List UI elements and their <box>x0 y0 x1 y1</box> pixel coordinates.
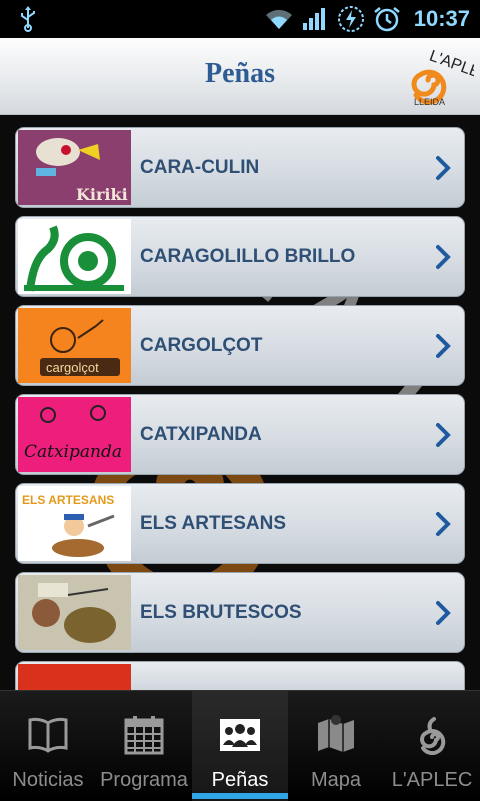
chevron-right-icon <box>436 245 451 269</box>
pena-name: CARGOLÇOT <box>140 335 263 356</box>
pena-name: ELS BRUTESCOS <box>140 602 302 623</box>
chevron-right-icon <box>436 156 451 180</box>
chevron-right-icon <box>436 601 451 625</box>
snail-logo-icon <box>420 717 446 755</box>
pena-thumbnail <box>18 575 131 650</box>
tab-label: Mapa <box>310 769 362 791</box>
svg-text:Kiriki: Kiriki <box>76 185 128 204</box>
pena-thumbnail: Kiriki <box>18 130 131 205</box>
map-icon <box>318 715 354 752</box>
logo-text: L'APLEC <box>427 48 474 86</box>
chevron-right-icon <box>436 334 451 358</box>
pena-thumbnail: cargolçot <box>18 308 131 383</box>
active-tab-indicator <box>192 793 288 799</box>
app-header: Peñas L'APLEC LLEIDA <box>0 38 480 115</box>
tab-noticias[interactable]: Noticias <box>0 691 96 801</box>
clock: 10:37 <box>413 6 470 31</box>
tab-aplec[interactable]: L'APLEC <box>384 691 480 801</box>
svg-text:ELS ARTESANS: ELS ARTESANS <box>22 493 114 507</box>
pena-name: CARA-CULIN <box>140 157 260 178</box>
battery-charging-icon <box>337 6 364 32</box>
list-item-caragolillo-brillo[interactable]: CARAGOLILLO BRILLO <box>15 216 465 297</box>
list-item-els-brutescos[interactable]: ELS BRUTESCOS <box>15 572 465 653</box>
alarm-icon <box>373 7 400 32</box>
chevron-right-icon <box>436 512 451 536</box>
usb-icon <box>21 6 35 32</box>
pena-thumbnail: Catxipanda <box>18 397 131 472</box>
pena-name: CARAGOLILLO BRILLO <box>140 246 356 267</box>
tab-programa[interactable]: Programa <box>96 691 192 801</box>
list-item-partial[interactable] <box>15 661 465 690</box>
pena-thumbnail <box>18 664 131 690</box>
group-icon <box>220 719 260 751</box>
penas-list: Kiriki CARA-CULIN CARAGOLILLO BRILLO car… <box>15 127 465 690</box>
signal-icon <box>302 8 325 30</box>
tab-label: Programa <box>100 769 188 791</box>
list-item-els-artesans[interactable]: ELS ARTESANS ELS ARTESANS <box>15 483 465 564</box>
tab-penas[interactable]: Peñas <box>192 691 288 801</box>
pena-name: CATXIPANDA <box>140 424 262 445</box>
tab-label: Peñas <box>211 769 269 791</box>
chevron-right-icon <box>436 423 451 447</box>
list-item-cara-culin[interactable]: Kiriki CARA-CULIN <box>15 127 465 208</box>
tab-label: Noticias <box>12 769 84 791</box>
calendar-icon <box>124 716 164 755</box>
pena-thumbnail: ELS ARTESANS <box>18 486 131 561</box>
pena-name: ELS ARTESANS <box>140 513 287 534</box>
book-icon <box>28 717 68 753</box>
bottom-nav: Noticias Programa Peñas Mapa L'APLEC <box>0 690 480 801</box>
tab-mapa[interactable]: Mapa <box>288 691 384 801</box>
list-item-catxipanda[interactable]: Catxipanda CATXIPANDA <box>15 394 465 475</box>
status-bar: 10:37 <box>0 0 480 38</box>
penas-list-area[interactable]: L'APLEC LLEIDA Kiriki CARA-CULIN <box>0 115 480 690</box>
svg-text:Catxipanda: Catxipanda <box>24 442 122 462</box>
tab-label: L'APLEC <box>391 769 473 791</box>
wifi-icon <box>265 9 292 29</box>
svg-text:cargolçot: cargolçot <box>46 360 99 375</box>
list-item-cargolcot[interactable]: cargolçot CARGOLÇOT <box>15 305 465 386</box>
logo-subtext: LLEIDA <box>414 97 445 107</box>
pena-thumbnail <box>18 219 131 294</box>
aplec-logo[interactable]: L'APLEC LLEIDA <box>406 44 474 108</box>
